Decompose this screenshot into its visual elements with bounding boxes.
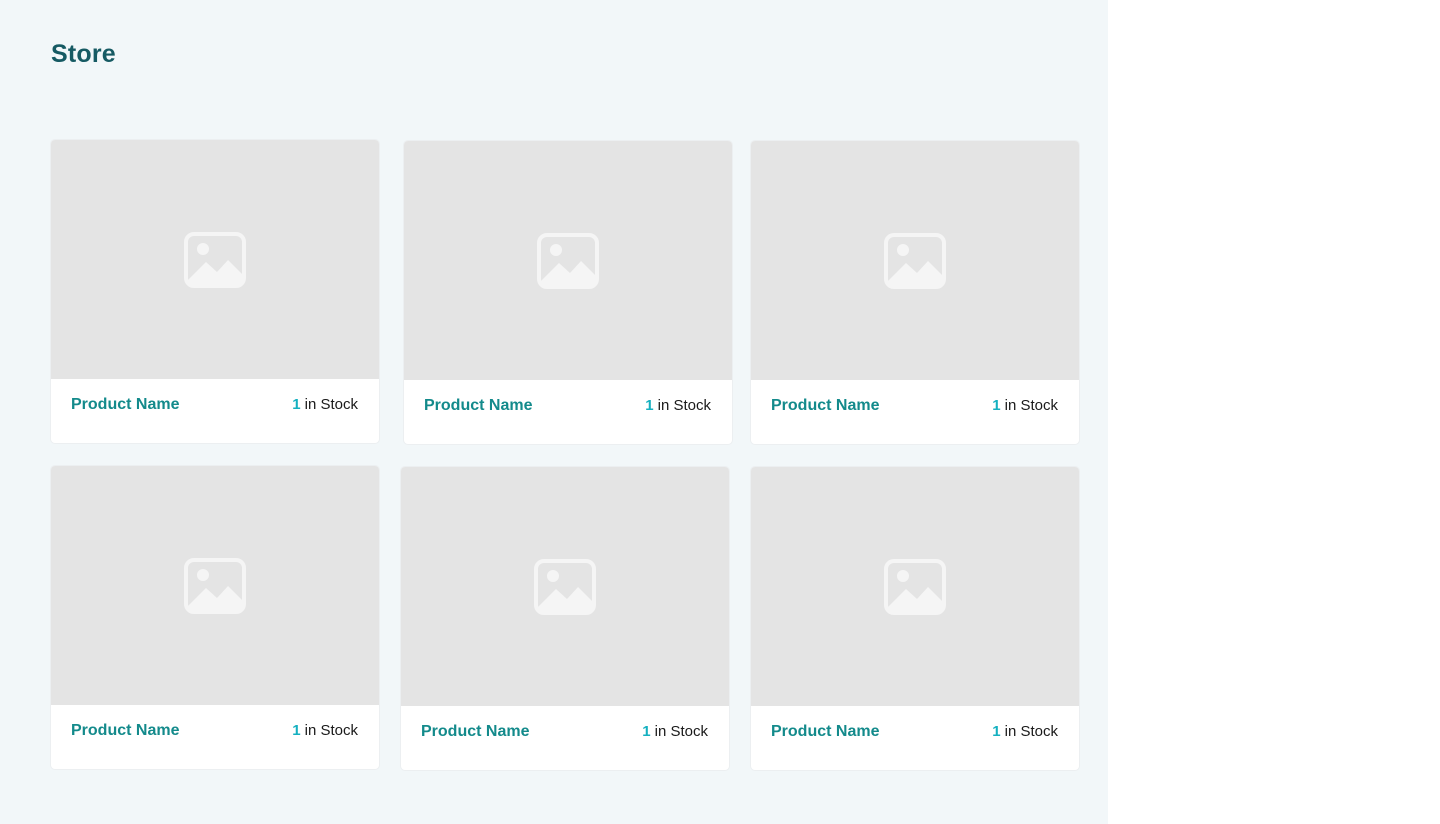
stock-count: 1 [292,722,301,739]
product-image-placeholder [751,141,1079,380]
stock-info: 1 in Stock [292,722,358,739]
product-card-footer: Product Name 1 in Stock [404,380,732,444]
product-image-placeholder [751,467,1079,706]
product-name[interactable]: Product Name [71,722,179,740]
page-title: Store [51,40,116,68]
stock-info: 1 in Stock [642,723,708,740]
product-name[interactable]: Product Name [771,397,879,415]
product-name[interactable]: Product Name [421,723,529,741]
image-placeholder-icon [537,232,599,289]
product-card[interactable]: Product Name 1 in Stock [750,140,1080,445]
product-card-footer: Product Name 1 in Stock [751,380,1079,444]
image-placeholder-icon [884,558,946,615]
product-image-placeholder [404,141,732,380]
product-card[interactable]: Product Name 1 in Stock [750,466,1080,771]
product-image-placeholder [51,466,379,705]
stock-count: 1 [642,723,651,740]
store-panel: Store Product Name 1 in Stock Product Nam… [0,0,1108,824]
stock-label: in Stock [304,396,358,413]
image-placeholder-icon [184,231,246,288]
stock-info: 1 in Stock [292,396,358,413]
product-image-placeholder [51,140,379,379]
product-image-placeholder [401,467,729,706]
image-placeholder-icon [184,557,246,614]
stock-info: 1 in Stock [992,397,1058,414]
stock-info: 1 in Stock [645,397,711,414]
stock-count: 1 [992,723,1001,740]
stock-count: 1 [645,397,654,414]
stock-label: in Stock [657,397,711,414]
product-card-footer: Product Name 1 in Stock [51,379,379,443]
stock-count: 1 [292,396,301,413]
product-card[interactable]: Product Name 1 in Stock [50,139,380,444]
product-card[interactable]: Product Name 1 in Stock [400,466,730,771]
product-card-footer: Product Name 1 in Stock [751,706,1079,770]
image-placeholder-icon [534,558,596,615]
product-card[interactable]: Product Name 1 in Stock [403,140,733,445]
product-name[interactable]: Product Name [771,723,879,741]
stock-label: in Stock [1004,723,1058,740]
stock-label: in Stock [304,722,358,739]
product-card-footer: Product Name 1 in Stock [401,706,729,770]
stock-label: in Stock [654,723,708,740]
stock-info: 1 in Stock [992,723,1058,740]
image-placeholder-icon [884,232,946,289]
product-card-footer: Product Name 1 in Stock [51,705,379,769]
stock-label: in Stock [1004,397,1058,414]
product-name[interactable]: Product Name [424,397,532,415]
product-name[interactable]: Product Name [71,396,179,414]
product-card[interactable]: Product Name 1 in Stock [50,465,380,770]
stock-count: 1 [992,397,1001,414]
